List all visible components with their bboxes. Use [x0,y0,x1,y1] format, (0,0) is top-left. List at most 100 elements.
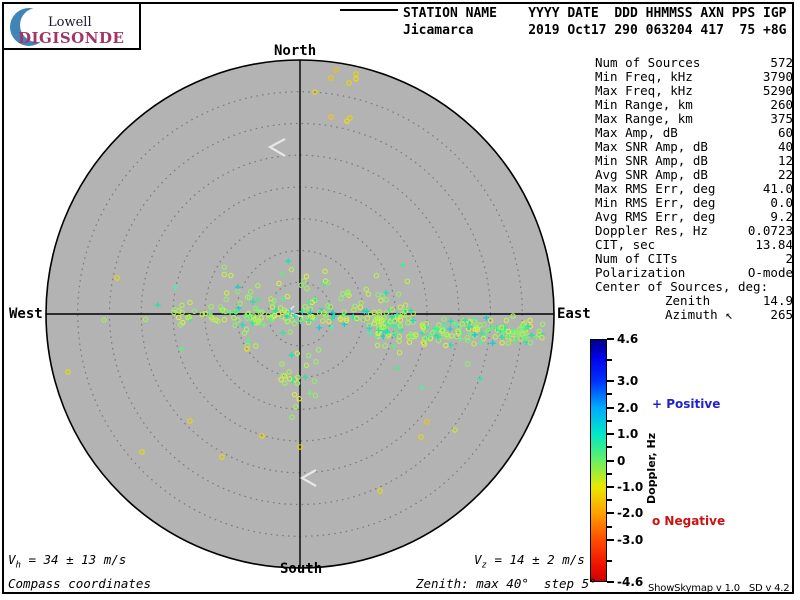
stats-row: Max RMS Err, deg 41.0 [595,182,793,196]
colorbar-tick [607,433,614,436]
stats-value: 40 [777,139,793,154]
colorbar-tick [607,393,612,396]
vz-symbol: V [474,552,482,567]
vh-value: = 34 ± 13 m/s [20,552,127,567]
colorbar-tick-label: -1.0 [617,479,644,494]
stats-value: O-mode [747,265,793,280]
stats-label: Max Range, km [595,111,693,126]
stats-row: Max Range, km 375 [595,112,793,126]
logo-lowell-text: Lowell [48,15,92,30]
stats-row: Zenith 14.9 [595,294,793,308]
stats-value: 60 [777,125,793,140]
colorbar-tick [607,525,612,528]
colorbar-tick [607,472,612,475]
colorbar-tick-label: -2.0 [617,506,644,521]
colorbar-tick [607,459,614,462]
compass-label-east: East [557,306,591,322]
compass-label-south: South [280,561,323,577]
stats-row: Azimuth ↖ 265 [595,308,793,322]
stats-label: Azimuth ↖ [665,307,733,322]
compass-label-north: North [274,43,317,59]
stats-label: Max Freq, kHz [595,83,693,98]
colorbar-tick-label: 1.0 [617,427,639,442]
colorbar-tick [607,485,614,488]
colorbar-tick-label: 0 [617,453,626,468]
stats-label: Max Amp, dB [595,125,678,140]
stats-row: Max Freq, kHz 5290 [595,84,793,98]
colorbar-tick [607,338,614,340]
stats-label: Zenith [665,293,711,308]
stats-label: CIT, sec [595,237,656,252]
stats-row: Polarization O-mode [595,266,793,280]
stats-value: 572 [770,55,793,70]
colorbar-tick [607,446,612,449]
stats-value: 0.0723 [747,223,793,238]
stats-row: Min Range, km 260 [595,98,793,112]
stats-value: 2 [785,251,793,266]
coordinates-note: Compass coordinates [8,576,151,591]
colorbar-tick-label: 2.0 [617,400,639,415]
stats-row: Avg SNR Amp, dB 22 [595,168,793,182]
station-header: STATION NAME YYYY DATE DDD HHMMSS AXN PP… [403,5,787,39]
stats-value: 375 [770,111,793,126]
compass-label-west: West [9,306,43,322]
stats-row: Doppler Res, Hz 0.0723 [595,224,793,238]
horizontal-velocity: Vh = 34 ± 13 m/s [8,552,126,571]
colorbar-tick [607,512,614,515]
stats-panel: Num of Sources 572 Min Freq, kHz 3790 Max Fr… [595,56,793,322]
stats-value: 12 [777,153,793,168]
legend-positive: + Positive [652,397,721,411]
stats-label: Num of CITs [595,251,678,266]
stats-value: 5290 [762,83,793,98]
stats-label: Min RMS Err, deg [595,195,716,210]
stats-row: Num of CITs 2 [595,252,793,266]
software-version: ShowSkymap v 1.0 SD v 4.2 [648,583,790,594]
stats-row: Avg RMS Err, deg 9.2 [595,210,793,224]
stats-label: Avg SNR Amp, dB [595,167,708,182]
stats-row: Max Amp, dB 60 [595,126,793,140]
header-divider [340,9,398,11]
logo-digisonde-text: DIGISONDE [18,29,125,47]
colorbar-tick-label: 4.6 [617,332,639,346]
colorbar-tick [607,499,612,502]
digisonde-logo: Lowell DIGISONDE [2,2,141,50]
stats-row: CIT, sec 13.84 [595,238,793,252]
colorbar-tick [607,380,614,383]
stats-label: Min Range, km [595,97,693,112]
station-header-row1: STATION NAME YYYY DATE DDD HHMMSS AXN PP… [403,6,787,21]
stats-label: Num of Sources [595,55,701,70]
colorbar-tick [607,359,612,362]
stats-row: Center of Sources, deg: [595,280,793,294]
colorbar-tick [607,581,614,583]
colorbar-tick [607,538,614,541]
stats-label: Doppler Res, Hz [595,223,708,238]
stats-value: 41.0 [762,181,793,196]
stats-label: Min Freq, kHz [595,69,693,84]
stats-label: Max RMS Err, deg [595,181,716,196]
skymap-page: North South East West Lowell DIGISONDE S… [0,0,800,600]
colorbar-axis-label: Doppler, Hz [645,432,658,504]
vz-value: = 14 ± 2 m/s [486,552,585,567]
stats-row: Num of Sources 572 [595,56,793,70]
stats-value: 265 [770,307,793,322]
legend-negative: o Negative [652,514,726,528]
stats-value: 13.84 [755,237,793,252]
stats-row: Max SNR Amp, dB 40 [595,140,793,154]
stats-value: 260 [770,97,793,112]
station-header-row2: Jicamarca 2019 Oct17 290 063204 417 75 +… [403,23,787,38]
colorbar-tick-label: -3.0 [617,532,644,547]
colorbar-tick-label: -4.6 [617,575,644,589]
colorbar-tick [607,406,614,409]
stats-value: 14.9 [762,293,793,308]
stats-row: Min Freq, kHz 3790 [595,70,793,84]
stats-label: Min SNR Amp, dB [595,153,708,168]
stats-label: Avg RMS Err, deg [595,209,716,224]
stats-label: Center of Sources, deg: [595,279,769,294]
vh-symbol: V [8,552,16,567]
doppler-colorbar [590,339,607,582]
zenith-range-note: Zenith: max 40° step 5° [416,576,597,591]
stats-value: 9.2 [770,209,793,224]
colorbar-tick-label: 3.0 [617,374,639,389]
stats-label: Max SNR Amp, dB [595,139,708,154]
stats-row: Min RMS Err, deg 0.0 [595,196,793,210]
